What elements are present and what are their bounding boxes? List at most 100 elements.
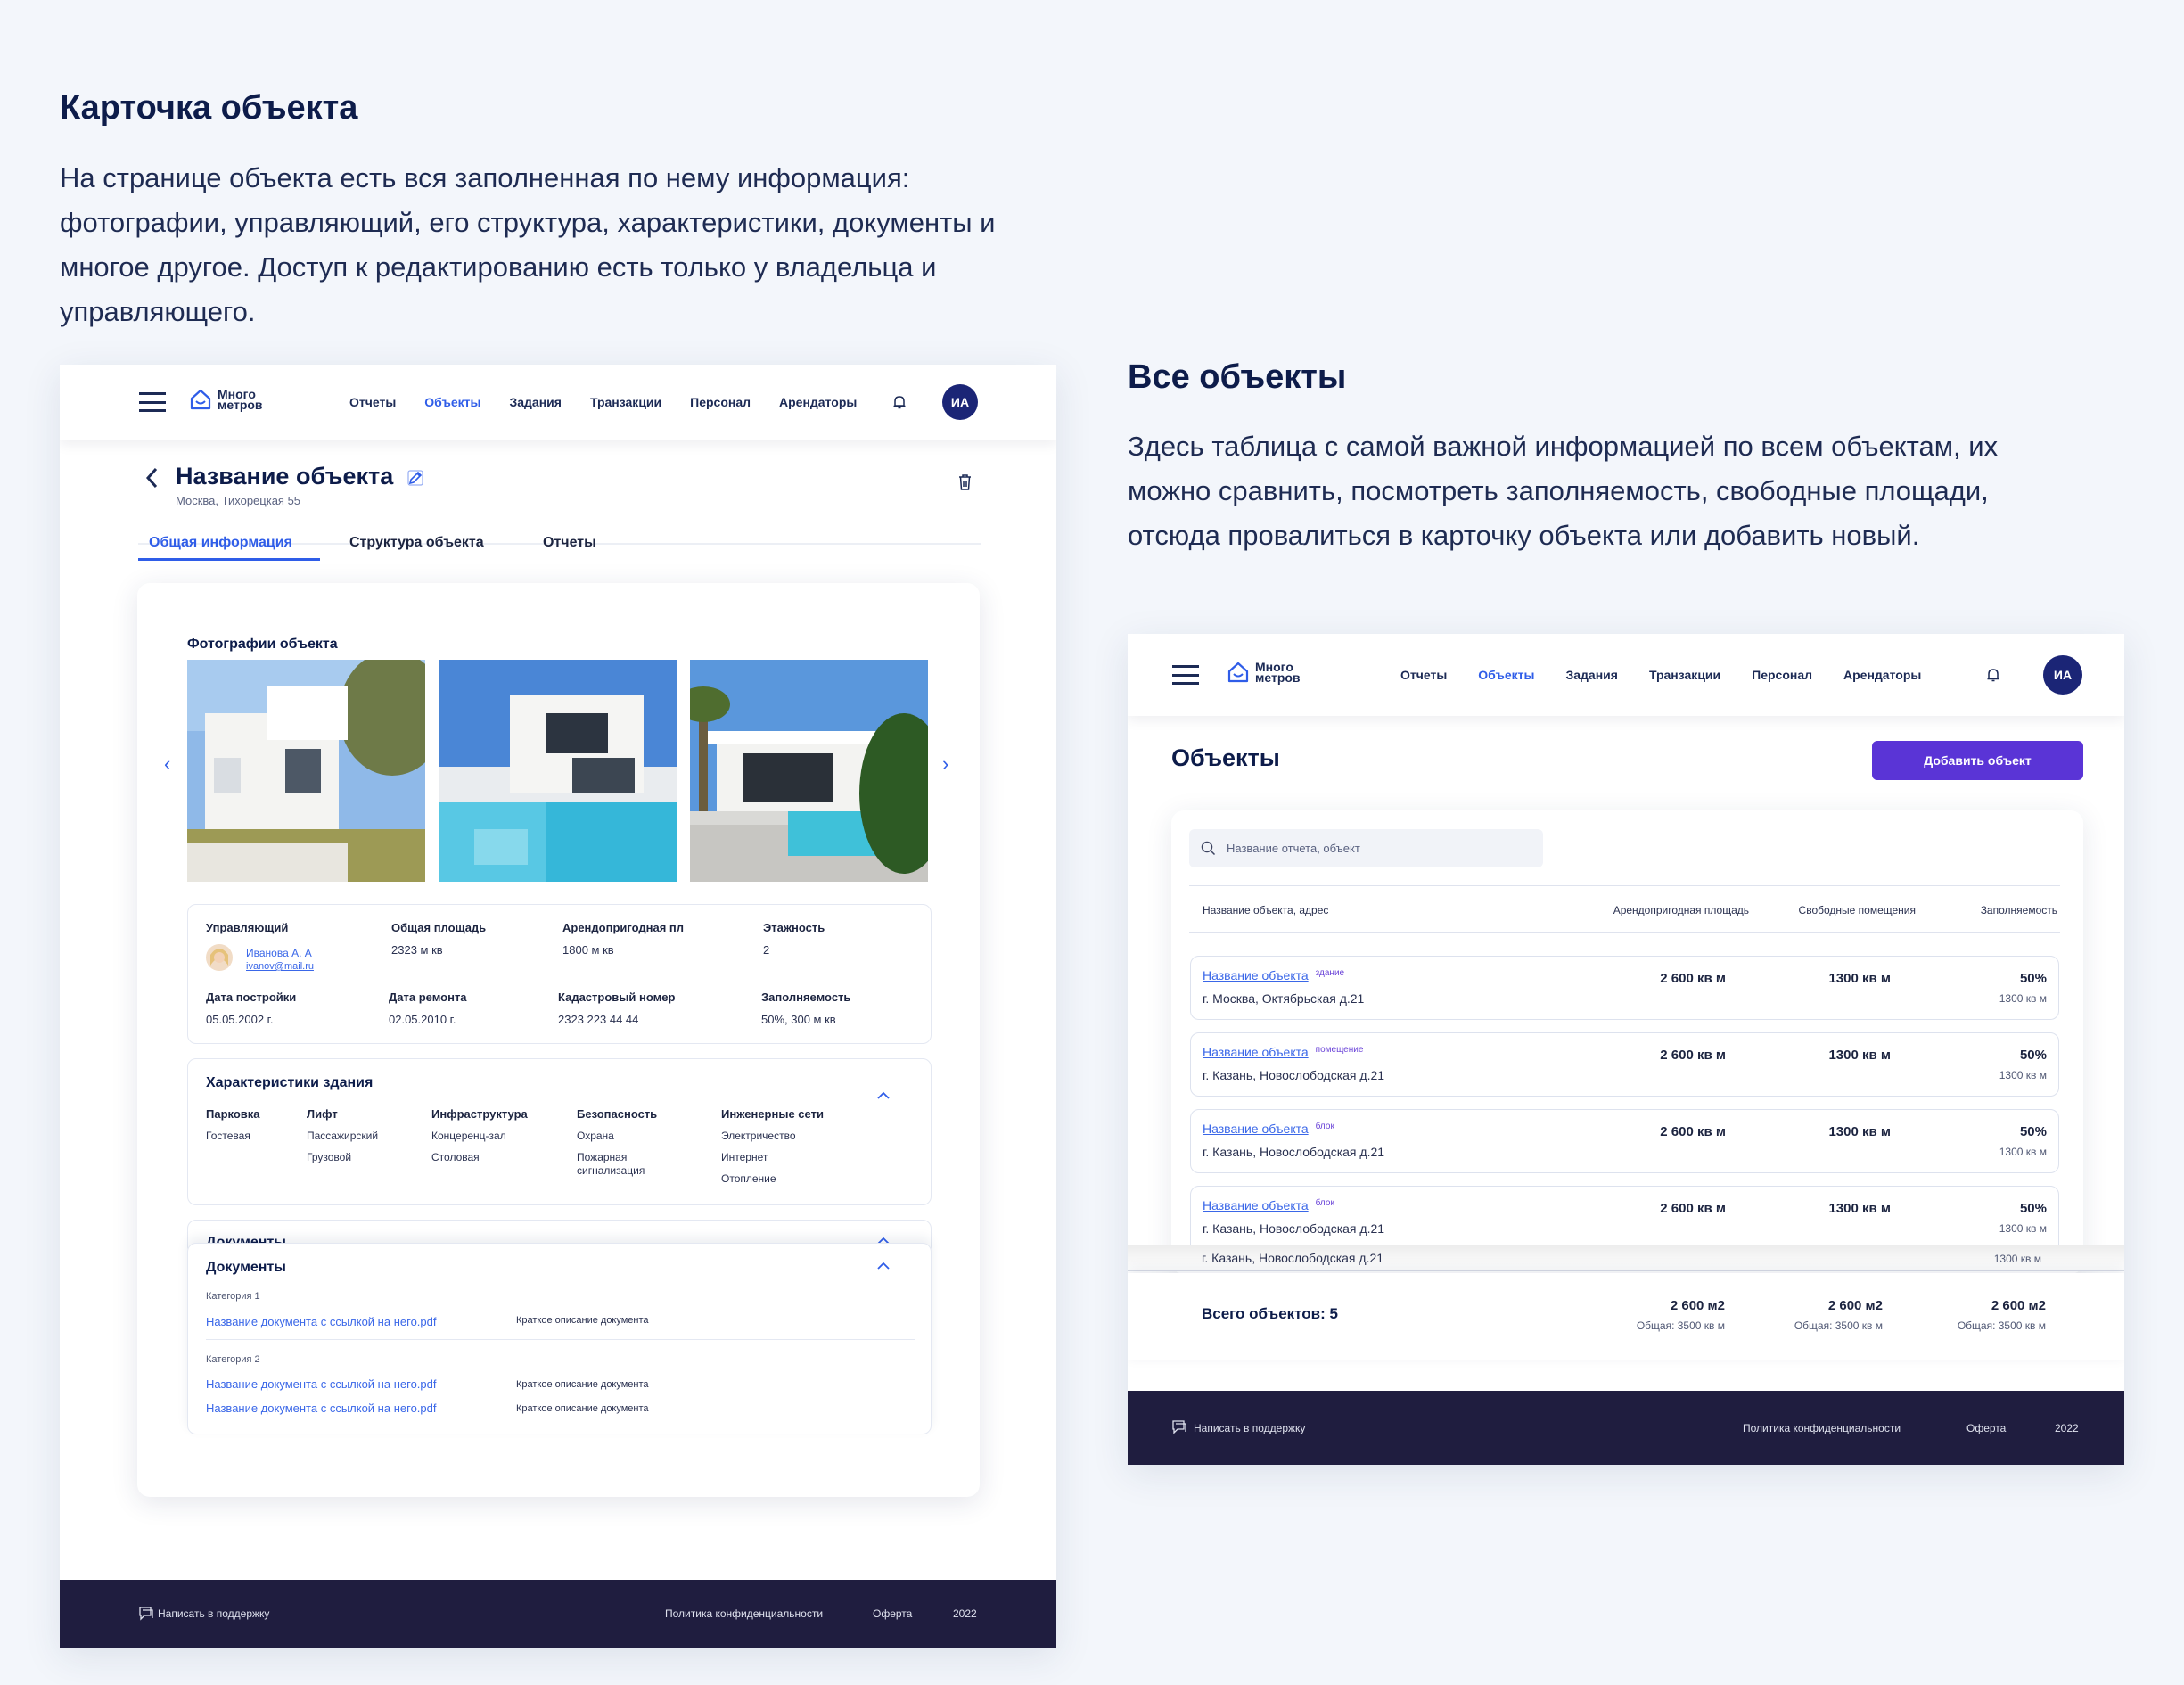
nav-transactions[interactable]: Транзакции [590,395,661,409]
logo-line2: метров [218,398,263,412]
manager-avatar[interactable] [206,944,233,971]
doc-link[interactable]: Название документа с ссылкой на него.pdf [206,1315,436,1328]
footer-offer-link[interactable]: Оферта [873,1607,912,1620]
edit-icon[interactable] [407,470,423,486]
total-rentable: 2 600 м2 [1670,1298,1725,1313]
object-name-link[interactable]: Название объекта [1203,968,1309,982]
object-name-link[interactable]: Название объекта [1203,1045,1309,1059]
right-section-title: Все объекты [1128,358,1347,396]
object-photo-1[interactable] [187,660,425,882]
nav-tenants[interactable]: Арендаторы [1843,668,1921,682]
main-nav: Отчеты Объекты Задания Транзакции Персон… [1400,668,1921,682]
object-address: Москва, Тихорецкая 55 [176,494,301,507]
top-navigation: Много метров Отчеты Объекты Задания Транз… [60,365,1056,440]
total-occupancy-sub: Общая: 3500 кв м [1957,1319,2046,1332]
doc-category-1: Категория 1 [206,1291,260,1302]
footer-year: 2022 [953,1607,977,1620]
char-head-infrastructure: Инфраструктура [431,1107,528,1121]
free-area: 1300 кв м [1828,1048,1891,1063]
nav-reports[interactable]: Отчеты [349,395,396,409]
repair-date-label: Дата ремонта [389,990,467,1004]
char-col-parking: Парковка Гостевая [206,1107,260,1142]
occupancy-percent: 50% [2019,971,2047,986]
footer-privacy-link[interactable]: Политика конфиденциальности [1743,1422,1901,1434]
bell-icon[interactable] [1987,668,1999,682]
nav-reports[interactable]: Отчеты [1400,668,1447,682]
object-name-link[interactable]: Название объекта [1203,1122,1309,1136]
char-item: Отопление [721,1172,776,1185]
char-item: Столовая [431,1151,480,1163]
object-type-tag: блок [1315,1122,1334,1131]
user-avatar[interactable]: ИА [2043,655,2082,695]
collapse-chevron-icon[interactable] [877,1091,890,1099]
char-item: Охрана [577,1130,614,1142]
occupancy-percent: 50% [2019,1048,2047,1063]
char-item: Интернет [721,1151,768,1163]
nav-tasks[interactable]: Задания [509,395,561,409]
tab-structure[interactable]: Структура объекта [349,535,484,551]
footer-support-link[interactable]: Написать в поддержку [1194,1422,1305,1434]
nav-staff[interactable]: Персонал [690,395,751,409]
col-header-name: Название объекта, адрес [1203,904,1329,916]
nav-tasks[interactable]: Задания [1565,668,1617,682]
menu-icon[interactable] [1172,665,1199,685]
footer-support-link[interactable]: Написать в поддержку [158,1607,269,1620]
nav-tenants[interactable]: Арендаторы [779,395,857,409]
occupancy-percent: 50% [2019,1124,2047,1139]
rentable-area: 2 600 кв м [1660,1201,1726,1216]
object-title: Название объекта [176,463,394,489]
char-col-engineering: Инженерные сети Электричество Интернет О… [721,1107,824,1185]
occupancy-area: 1300 кв м [1999,1222,2047,1235]
menu-icon[interactable] [139,392,166,412]
table-row[interactable]: Название объекта здание г. Москва, Октябр… [1190,956,2059,1020]
free-area: 1300 кв м [1828,1124,1891,1139]
doc-link[interactable]: Название документа с ссылкой на него.pdf [206,1377,436,1391]
trash-icon[interactable] [957,473,973,491]
cut-row-strip: г. Казань, Новослободская д.21 1300 кв м [1128,1245,2124,1271]
user-avatar[interactable]: ИА [942,384,978,420]
footer-privacy-link[interactable]: Политика конфиденциальности [665,1607,823,1620]
footer-offer-link[interactable]: Оферта [1966,1422,2006,1434]
manager-email-link[interactable]: ivanov@mail.ru [246,961,314,972]
nav-transactions[interactable]: Транзакции [1649,668,1720,682]
photos-next-icon[interactable]: › [942,752,948,776]
floors-label: Этажность [763,921,825,934]
occupancy-area: 1300 кв м [1999,1146,2047,1158]
cadastral-value: 2323 223 44 44 [558,1013,639,1026]
add-object-button[interactable]: Добавить объект [1872,741,2083,780]
nav-staff[interactable]: Персонал [1752,668,1812,682]
nav-objects[interactable]: Объекты [1478,668,1534,682]
floors-value: 2 [763,943,770,957]
left-section-title: Карточка объекта [60,89,358,127]
content-panel: Фотографии объекта ‹ › Управляющий Ивано… [137,583,980,1497]
photos-prev-icon[interactable]: ‹ [164,752,170,776]
object-photo-3[interactable] [690,660,928,882]
collapse-chevron-icon[interactable] [877,1262,890,1270]
object-card-screen: Много метров Отчеты Объекты Задания Транз… [60,365,1056,1648]
char-head-lift: Лифт [307,1107,338,1121]
col-header-rentable: Арендопригодная площадь [1613,904,1749,916]
tab-general-info[interactable]: Общая информация [149,535,292,551]
manager-name-link[interactable]: Иванова А. А [246,947,312,959]
logo[interactable]: Много метров [1227,661,1301,684]
doc-link[interactable]: Название документа с ссылкой на него.pdf [206,1401,436,1415]
tab-reports[interactable]: Отчеты [543,535,596,551]
total-objects-label: Всего объектов: 5 [1202,1305,1338,1322]
object-photo-2[interactable] [439,660,677,882]
occupancy-area: 1300 кв м [1993,1253,2041,1265]
nav-objects[interactable]: Объекты [424,395,480,409]
char-head-parking: Парковка [206,1107,260,1121]
object-name-link[interactable]: Название объекта [1203,1198,1309,1212]
logo-line2: метров [1255,670,1301,685]
house-logo-icon [1227,662,1249,683]
table-row[interactable]: Название объекта блок г. Казань, Новослоб… [1190,1109,2059,1173]
bell-icon[interactable] [893,395,906,409]
chat-icon[interactable] [1171,1419,1187,1435]
cadastral-label: Кадастровый номер [558,990,676,1004]
search-input[interactable]: Название отчета, объект [1189,829,1543,867]
object-address: г. Казань, Новослободская д.21 [1203,1145,1385,1159]
table-row[interactable]: Название объекта помещение г. Казань, Нов… [1190,1032,2059,1097]
logo[interactable]: Много метров [189,388,263,411]
chat-icon[interactable] [138,1606,154,1622]
back-arrow-icon[interactable] [144,466,159,489]
